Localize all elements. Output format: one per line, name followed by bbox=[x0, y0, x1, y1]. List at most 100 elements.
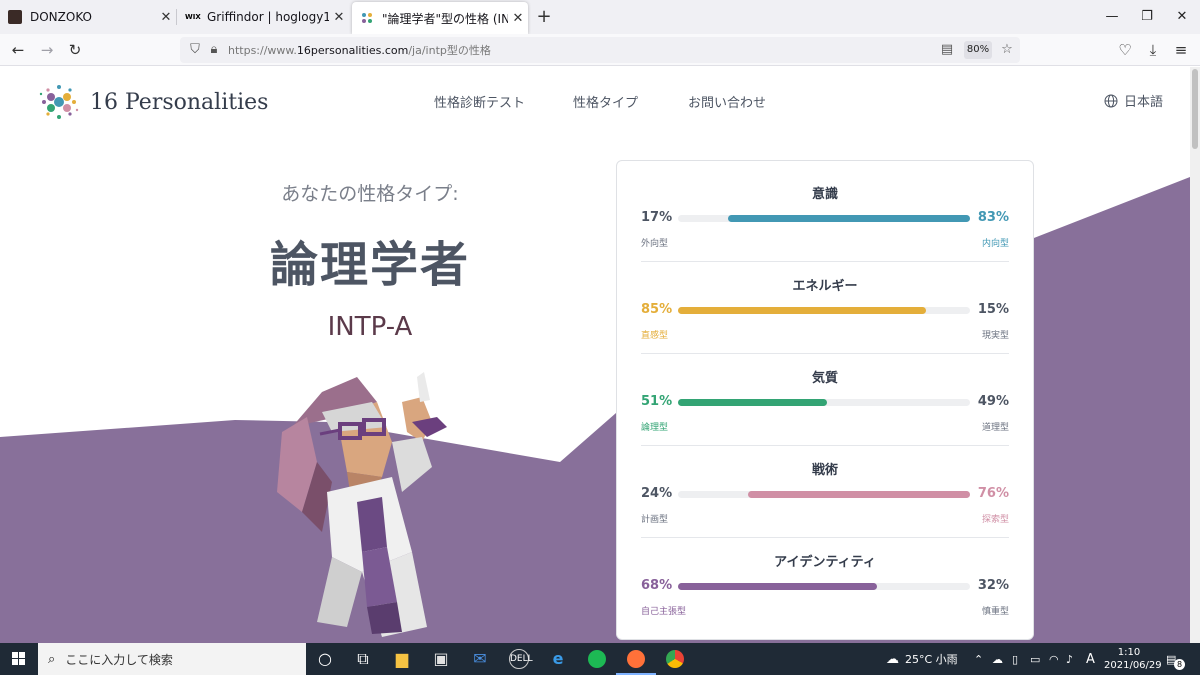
result-subtitle: あなたの性格タイプ: bbox=[281, 183, 459, 205]
trait-right-label: 探索型 bbox=[981, 515, 1009, 525]
tab-title: "論理学者"型の性格 (INTP) | 16P bbox=[382, 11, 508, 26]
back-arrow-icon[interactable]: ← bbox=[7, 39, 29, 61]
ime-indicator[interactable]: A bbox=[1086, 643, 1095, 675]
url-prefix: https://www. bbox=[228, 44, 297, 57]
edge-icon[interactable]: e bbox=[546, 647, 570, 671]
tab-donzoko[interactable]: DONZOKO ✕ bbox=[0, 0, 176, 34]
language-label: 日本語 bbox=[1124, 95, 1164, 110]
close-icon[interactable]: ✕ bbox=[156, 10, 176, 25]
trait-bar-track bbox=[678, 307, 970, 314]
trait-row: エネルギー 85% 15% 直感型 現実型 bbox=[641, 253, 1009, 354]
trait-right-label: 道理型 bbox=[981, 423, 1009, 433]
url-host: 16personalities.com bbox=[296, 44, 409, 57]
trait-left-label: 計画型 bbox=[641, 515, 669, 525]
trait-name: 気質 bbox=[811, 371, 838, 386]
trait-bar-track bbox=[678, 215, 970, 222]
show-hidden-icons-icon[interactable]: ⌃ bbox=[974, 643, 983, 675]
download-icon[interactable]: ⤓ bbox=[1142, 39, 1164, 61]
tab-title: Griffindor | hoglogy16types bbox=[207, 10, 329, 24]
firefox-icon[interactable] bbox=[616, 647, 656, 675]
trait-right-label: 現実型 bbox=[981, 331, 1009, 341]
zoom-level[interactable]: 80% bbox=[964, 41, 992, 59]
restore-icon[interactable]: ❐ bbox=[1135, 6, 1159, 28]
trait-bar-fill bbox=[748, 491, 970, 498]
dell-icon[interactable]: DELL bbox=[507, 647, 533, 671]
trait-name: 戦術 bbox=[811, 463, 838, 478]
close-icon[interactable]: ✕ bbox=[508, 11, 528, 26]
windows-taskbar: ⌕ ここに入力して検索 ○ ⧉ ▆ ▣ ✉ DELL e ☁ 25°C 小雨 ⌃… bbox=[0, 643, 1200, 675]
logo-dots-icon bbox=[39, 85, 79, 119]
search-placeholder: ここに入力して検索 bbox=[65, 652, 173, 667]
mail-icon[interactable]: ✉ bbox=[468, 647, 492, 671]
trait-name: アイデンティティ bbox=[774, 555, 876, 570]
file-explorer-icon[interactable]: ▆ bbox=[390, 647, 414, 671]
16p-favicon-icon bbox=[362, 13, 372, 23]
nav-personality-types[interactable]: 性格タイプ bbox=[573, 92, 638, 111]
task-view-icon[interactable]: ⧉ bbox=[351, 647, 375, 671]
weather-text: 25°C 小雨 bbox=[905, 653, 958, 666]
window-close-icon[interactable]: ✕ bbox=[1170, 6, 1194, 28]
close-icon[interactable]: ✕ bbox=[329, 10, 349, 25]
notification-badge: 8 bbox=[1174, 658, 1185, 670]
spotify-icon[interactable] bbox=[585, 647, 609, 671]
nav-personality-test[interactable]: 性格診断テスト bbox=[434, 92, 525, 111]
tab-bar: DONZOKO ✕ WIX Griffindor | hoglogy16type… bbox=[0, 0, 1200, 34]
pocket-icon[interactable]: ♡ bbox=[1114, 39, 1136, 61]
trait-left-label: 直感型 bbox=[641, 331, 669, 341]
wix-favicon-icon: WIX bbox=[185, 13, 201, 21]
onedrive-icon[interactable]: ☁ bbox=[992, 643, 1003, 675]
windows-start-icon[interactable] bbox=[0, 643, 38, 675]
wifi-icon[interactable]: ◠ bbox=[1049, 643, 1059, 675]
trait-row: 意識 17% 83% 外向型 内向型 bbox=[641, 161, 1009, 262]
trait-bar-fill bbox=[678, 399, 827, 406]
trait-row: アイデンティティ 68% 32% 自己主張型 慎重型 bbox=[641, 529, 1009, 621]
address-bar[interactable]: ⛉ 🔒︎ https://www.16personalities.com/ja/… bbox=[180, 37, 1020, 63]
trait-row: 気質 51% 49% 論理型 道理型 bbox=[641, 345, 1009, 446]
type-name: 論理学者 bbox=[269, 237, 470, 293]
reader-view-icon[interactable]: ▤ bbox=[938, 40, 956, 60]
reload-icon[interactable]: ↻ bbox=[64, 39, 86, 61]
clock-time: 1:10 bbox=[1117, 647, 1141, 658]
bookmark-star-icon[interactable]: ☆ bbox=[998, 40, 1016, 60]
trait-bar-fill bbox=[678, 307, 926, 314]
shield-icon[interactable]: ⛉ bbox=[186, 40, 204, 60]
tab-16personalities[interactable]: "論理学者"型の性格 (INTP) | 16P ✕ bbox=[352, 2, 528, 34]
nav-contact[interactable]: お問い合わせ bbox=[688, 92, 766, 111]
cortana-icon[interactable]: ○ bbox=[313, 647, 337, 671]
type-code: INTP-A bbox=[327, 312, 413, 342]
trait-left-percent: 68% bbox=[641, 578, 673, 593]
notification-center-icon[interactable]: ▤ 8 bbox=[1166, 643, 1185, 675]
trait-right-percent: 76% bbox=[977, 486, 1009, 501]
site-logo[interactable]: 16 Personalities bbox=[36, 79, 268, 125]
trait-left-percent: 51% bbox=[641, 394, 673, 409]
url-path: /ja/intp型の性格 bbox=[408, 44, 491, 57]
search-icon: ⌕ bbox=[48, 651, 56, 667]
new-tab-button[interactable]: + bbox=[534, 6, 554, 28]
taskbar-search[interactable]: ⌕ ここに入力して検索 bbox=[38, 643, 306, 675]
tab-griffindor[interactable]: WIX Griffindor | hoglogy16types ✕ bbox=[177, 0, 349, 34]
device-icon[interactable]: ▯ bbox=[1012, 643, 1018, 675]
trait-bar-track bbox=[678, 583, 970, 590]
trait-left-percent: 24% bbox=[641, 486, 673, 501]
url-text[interactable]: https://www.16personalities.com/ja/intp型… bbox=[228, 42, 491, 58]
trait-left-percent: 85% bbox=[641, 302, 673, 317]
page-scrollbar[interactable] bbox=[1190, 67, 1200, 643]
lock-icon[interactable]: 🔒︎ bbox=[205, 40, 223, 60]
globe-icon bbox=[1104, 94, 1118, 107]
trait-row: 戦術 24% 76% 計画型 探索型 bbox=[641, 437, 1009, 538]
store-icon[interactable]: ▣ bbox=[429, 647, 453, 671]
chrome-icon[interactable] bbox=[663, 647, 687, 671]
system-clock[interactable]: 1:10 2021/06/29 bbox=[1104, 646, 1162, 672]
battery-icon[interactable]: ▭ bbox=[1030, 643, 1040, 675]
minimize-icon[interactable]: — bbox=[1100, 6, 1124, 28]
menu-icon[interactable]: ≡ bbox=[1170, 39, 1192, 61]
weather-widget[interactable]: ☁ 25°C 小雨 bbox=[886, 643, 958, 675]
language-selector[interactable]: 日本語 bbox=[1104, 91, 1163, 110]
trait-results-card: 意識 17% 83% 外向型 内向型 エネルギー 85% 15% 直感型 現実型 気質 51% 49% 論… bbox=[616, 160, 1034, 640]
trait-left-label: 論理型 bbox=[641, 423, 669, 433]
trait-right-percent: 15% bbox=[977, 302, 1009, 317]
forward-arrow-icon[interactable]: → bbox=[36, 39, 58, 61]
scrollbar-thumb[interactable] bbox=[1192, 69, 1198, 149]
volume-icon[interactable]: ♪ bbox=[1066, 643, 1073, 675]
trait-left-percent: 17% bbox=[641, 210, 673, 225]
